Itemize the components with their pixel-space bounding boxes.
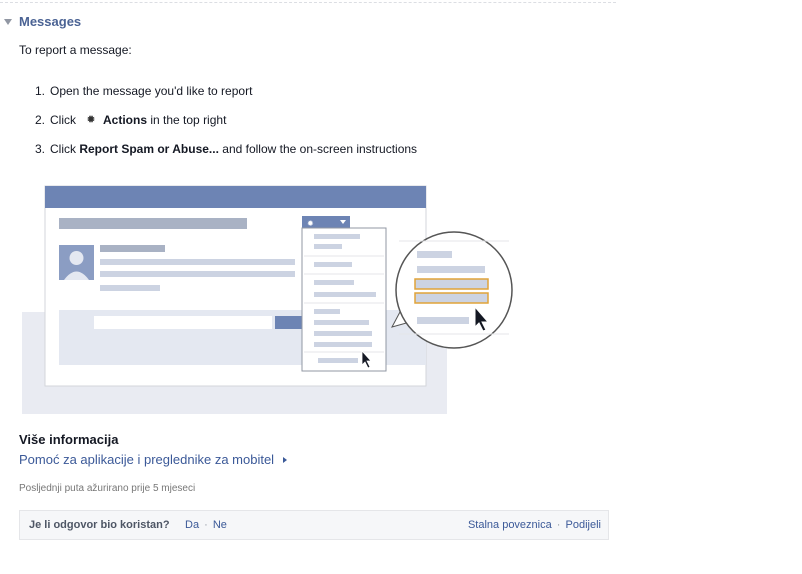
step-3: 3. Click Report Spam or Abuse... and fol… [35,142,418,156]
illustration-title-bar [45,186,426,208]
avatar-icon [59,245,94,280]
more-info-heading: Više informacija [19,432,119,447]
magnifier-icon [395,231,513,349]
triangle-right-icon [283,456,288,463]
permalink-link[interactable]: Stalna poveznica [468,519,552,531]
step-2: 2. Click ✹ Actions in the top right [35,113,227,127]
report-spam-label: Report Spam or Abuse... [79,142,219,156]
share-link[interactable]: Podijeli [566,519,601,531]
feedback-question: Je li odgovor bio koristan? [29,519,170,531]
top-divider [0,2,616,3]
actions-dropdown-icon: ✹ [302,216,350,228]
no-link[interactable]: Ne [213,519,227,531]
step-1: 1. Open the message you'd like to report [35,84,253,98]
step-text: Open the message you'd like to report [50,84,253,98]
section-toggle[interactable]: Messages [4,14,81,29]
mobile-help-link[interactable]: Pomoć za aplikacije i preglednike za mob… [19,452,288,467]
yes-link[interactable]: Da [185,519,199,531]
caret-down-icon [4,19,12,25]
last-updated-text: Posljednji puta ažurirano prije 5 mjesec… [19,483,196,494]
steps-list: 1. Open the message you'd like to report… [35,84,417,171]
svg-text:✹: ✹ [307,219,314,228]
section-title: Messages [19,14,82,29]
intro-text: To report a message: [19,43,132,57]
feedback-bar: Je li odgovor bio koristan? Da · Ne Stal… [19,510,609,540]
report-illustration: ✹ [22,185,513,414]
actions-label: Actions [103,113,148,127]
actions-menu [301,227,387,372]
gear-icon: ✹ [86,114,96,126]
